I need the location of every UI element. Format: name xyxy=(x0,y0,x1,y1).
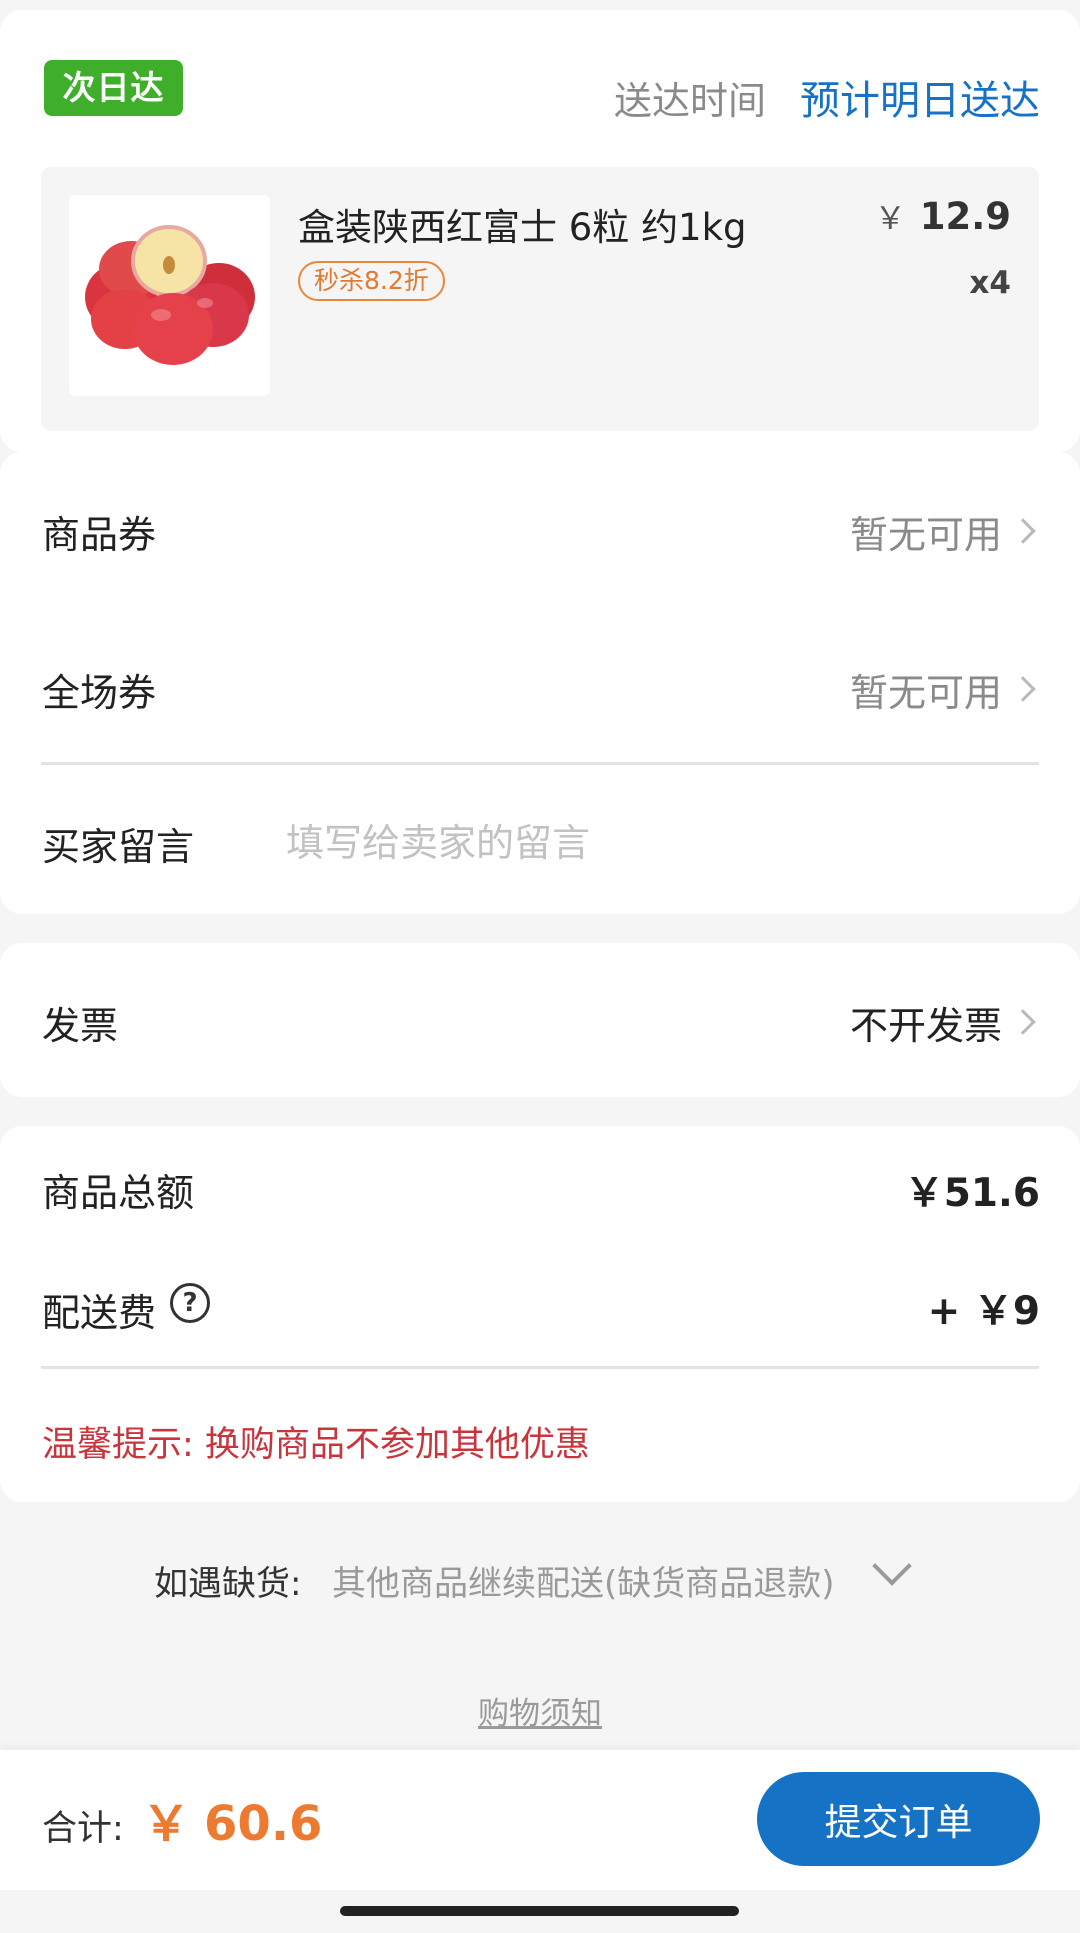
goods-total-value: ￥51.6 xyxy=(904,1171,1040,1216)
store-coupon-label: 全场券 xyxy=(42,671,157,715)
buyer-message-input[interactable] xyxy=(286,815,1016,871)
apple-product-image xyxy=(69,195,270,396)
total-amount: ￥ 60.6 xyxy=(142,1784,322,1854)
promo-tip: 温馨提示: 换购商品不参加其他优惠 xyxy=(42,1425,590,1465)
store-coupon-row[interactable]: 全场券 暂无可用 xyxy=(0,592,1080,732)
apple-icon xyxy=(85,225,255,365)
next-day-badge: 次日达 xyxy=(44,60,183,116)
chevron-down-icon[interactable] xyxy=(872,1546,912,1586)
promo-tag: 秒杀8.2折 xyxy=(298,261,445,301)
price-summary-card: 商品总额 ￥51.6 配送费 ? + ￥9 温馨提示: 换购商品不参加其他优惠 xyxy=(0,1126,1080,1502)
currency-symbol: ￥ xyxy=(142,1796,191,1852)
goods-total-label: 商品总额 xyxy=(42,1171,195,1215)
store-coupon-value: 暂无可用 xyxy=(849,671,1002,715)
currency-symbol: ￥ xyxy=(874,201,906,237)
price-value: 12.9 xyxy=(919,195,1011,238)
delivery-product-card: 次日达 送达时间 预计明日送达 盒装陕西红富士 6粒 约1kg 秒杀8.2折 ￥… xyxy=(0,10,1080,452)
goods-coupon-row[interactable]: 商品券 暂无可用 xyxy=(0,452,1080,592)
shipping-fee-value: + ￥9 xyxy=(927,1289,1040,1334)
product-quantity: x4 xyxy=(969,265,1011,301)
invoice-value: 不开发票 xyxy=(849,1004,1002,1048)
shipping-fee-label: 配送费 xyxy=(42,1291,157,1335)
product-item[interactable]: 盒装陕西红富士 6粒 约1kg 秒杀8.2折 ￥ 12.9 x4 xyxy=(41,167,1039,431)
buyer-message-label: 买家留言 xyxy=(42,825,195,869)
chevron-right-icon xyxy=(1010,518,1036,544)
coupon-message-card: 商品券 暂无可用 全场券 暂无可用 买家留言 xyxy=(0,452,1080,914)
goods-coupon-label: 商品券 xyxy=(42,513,157,557)
chevron-right-icon xyxy=(1010,676,1036,702)
invoice-label: 发票 xyxy=(42,1004,119,1048)
goods-coupon-value: 暂无可用 xyxy=(849,513,1002,557)
delivery-time-label: 送达时间 xyxy=(614,79,767,123)
checkout-bar: 合计: ￥ 60.6 提交订单 xyxy=(0,1750,1080,1890)
divider xyxy=(41,762,1039,765)
home-indicator[interactable] xyxy=(340,1906,739,1916)
invoice-row[interactable]: 发票 不开发票 xyxy=(0,943,1080,1097)
stockout-label: 如遇缺货: xyxy=(154,1564,302,1604)
stockout-option-select[interactable]: 其他商品继续配送(缺货商品退款) xyxy=(332,1556,835,1605)
total-label: 合计: xyxy=(42,1809,124,1849)
shopping-notice-link[interactable]: 购物须知 xyxy=(0,1688,1080,1733)
total-value: 60.6 xyxy=(204,1796,323,1852)
product-price: ￥ 12.9 xyxy=(875,193,1011,238)
help-icon[interactable]: ? xyxy=(170,1283,210,1323)
product-name: 盒装陕西红富士 6粒 约1kg xyxy=(298,206,747,249)
chevron-right-icon xyxy=(1010,1009,1036,1035)
delivery-time-value[interactable]: 预计明日送达 xyxy=(800,68,1040,126)
submit-order-button[interactable]: 提交订单 xyxy=(757,1772,1040,1866)
divider xyxy=(41,1366,1039,1369)
